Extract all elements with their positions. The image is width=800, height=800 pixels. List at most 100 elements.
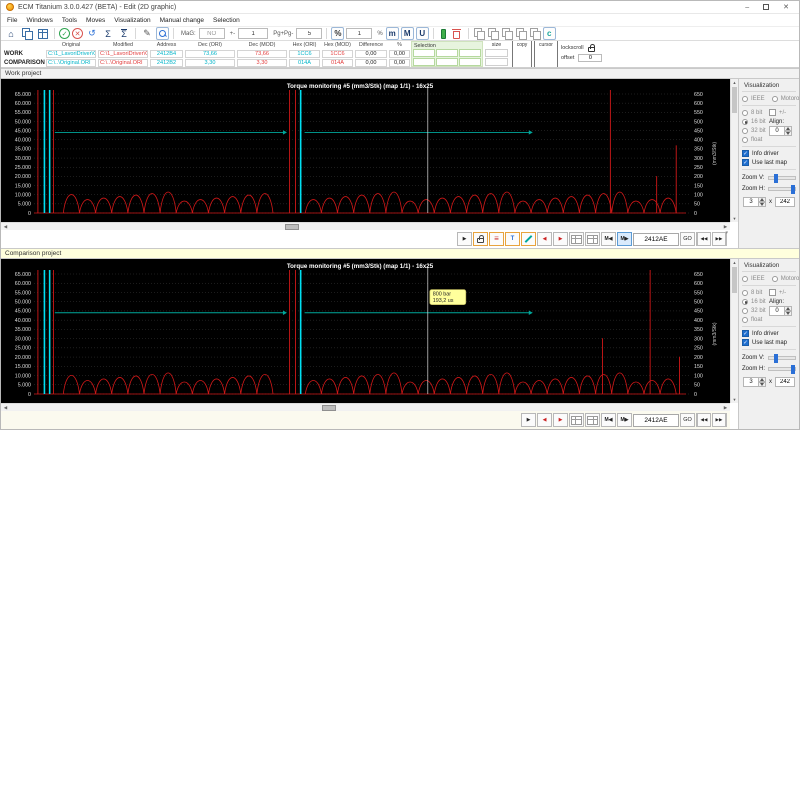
table-view-button[interactable]	[569, 413, 584, 427]
pages-icon[interactable]	[20, 27, 34, 40]
jump-first-button[interactable]: ◀◀	[696, 232, 711, 246]
comparison-hex-mod[interactable]: 014A	[322, 58, 353, 67]
scroll-down-icon[interactable]: ▼	[731, 396, 738, 403]
toolbar-overflow-icon[interactable]: ▾	[725, 230, 728, 236]
comparison-original-path[interactable]: C:\..\Original.ORI	[46, 58, 96, 67]
jump-last-button[interactable]: ▶▶	[712, 413, 727, 427]
info-driver-checkbox[interactable]: ✓	[742, 330, 749, 337]
undo-icon[interactable]: ↺	[85, 27, 99, 40]
address-input[interactable]	[633, 413, 679, 427]
page-input[interactable]	[296, 28, 323, 39]
unit-button[interactable]: U	[415, 27, 429, 40]
battery-icon[interactable]	[440, 28, 446, 39]
16bit-radio[interactable]	[742, 298, 748, 305]
min-button[interactable]: m	[385, 27, 399, 40]
motorola-radio[interactable]	[771, 275, 778, 282]
copy-selection-icon[interactable]	[487, 28, 499, 40]
lock-tool-button[interactable]	[473, 232, 488, 246]
16bit-radio[interactable]	[742, 118, 748, 125]
work-address[interactable]: 2412B4	[150, 49, 183, 58]
percent-input[interactable]	[346, 28, 373, 39]
comparison-vscrollbar[interactable]: ▲ ▼	[730, 259, 738, 403]
address-input[interactable]	[633, 232, 679, 246]
slider-thumb[interactable]	[774, 353, 779, 363]
percent-button[interactable]: %	[331, 27, 345, 40]
go-button[interactable]: GO	[680, 232, 695, 246]
go-button[interactable]: GO	[680, 413, 695, 427]
zoom-h-slider[interactable]	[768, 364, 796, 374]
comparison-hscrollbar[interactable]: ◀ ▶	[1, 403, 730, 412]
table-view-alt-button[interactable]	[585, 232, 600, 246]
lock-icon[interactable]	[587, 43, 595, 52]
list-tool-button[interactable]: ≡	[489, 232, 504, 246]
copy-c-button[interactable]: c	[542, 27, 556, 40]
rows-spinner[interactable]: 3	[743, 197, 766, 207]
scroll-up-icon[interactable]: ▲	[731, 79, 738, 86]
use-last-map-checkbox[interactable]: ✓	[742, 159, 749, 166]
zoom-tool-icon[interactable]	[156, 27, 169, 40]
menu-item-visualization[interactable]: Visualization	[114, 17, 150, 24]
mag-input[interactable]	[198, 28, 225, 39]
align-value[interactable]: 0	[769, 126, 785, 136]
max-button[interactable]: M	[400, 27, 414, 40]
map-back-button[interactable]: M◀	[601, 232, 616, 246]
zoom-h-slider[interactable]	[768, 184, 796, 194]
selection-cell[interactable]	[459, 49, 481, 57]
work-original-path[interactable]: C:\1_LavoriDriver\OR	[46, 49, 96, 58]
step-input[interactable]	[238, 28, 269, 39]
slider-thumb[interactable]	[790, 184, 795, 194]
32bit-radio[interactable]	[742, 307, 748, 314]
jump-first-button[interactable]: ◀◀	[696, 413, 711, 427]
scroll-down-icon[interactable]: ▼	[731, 215, 738, 222]
line-tool-button[interactable]	[521, 232, 536, 246]
cols-input[interactable]	[775, 197, 795, 207]
grid-window-icon[interactable]	[36, 27, 50, 40]
slider-thumb[interactable]	[790, 364, 795, 374]
spin-down-icon[interactable]	[785, 311, 792, 316]
scroll-up-icon[interactable]: ▲	[731, 259, 738, 266]
sigma-avg-icon[interactable]: Σ	[117, 27, 131, 40]
spin-down-icon[interactable]	[759, 382, 766, 387]
menu-item-selection[interactable]: Selection	[213, 17, 240, 24]
align-spinner[interactable]: 0	[769, 306, 796, 316]
step-back-button[interactable]: ◀	[537, 232, 552, 246]
ok-icon[interactable]: ✓	[59, 28, 70, 39]
sigma-icon[interactable]: Σ	[101, 27, 115, 40]
comparison-address[interactable]: 2412B2	[150, 58, 183, 67]
text-tool-button[interactable]: T	[505, 232, 520, 246]
selection-cell[interactable]	[413, 49, 435, 57]
slider-thumb[interactable]	[774, 173, 779, 183]
swap-icon[interactable]	[529, 28, 541, 40]
map-forward-button[interactable]: M▶	[617, 413, 632, 427]
8bit-radio[interactable]	[742, 109, 748, 116]
signed-checkbox[interactable]	[769, 109, 776, 116]
cols-input[interactable]	[775, 377, 795, 387]
menu-item-windows[interactable]: Windows	[26, 17, 52, 24]
work-hscrollbar[interactable]: ◀ ▶	[1, 222, 730, 231]
step-forward-button[interactable]: ▶	[553, 232, 568, 246]
vscroll-thumb[interactable]	[732, 87, 737, 113]
comparison-dec-ori[interactable]: 3,30	[185, 58, 235, 67]
work-dec-mod[interactable]: 73,66	[237, 49, 287, 58]
comparison-chart[interactable]: 65.000 650 60.000 600 55.000 550 50.000 500 45.0…	[1, 259, 730, 403]
32bit-radio[interactable]	[742, 127, 748, 134]
home-icon[interactable]: ⌂	[4, 27, 18, 40]
work-vscrollbar[interactable]: ▲ ▼	[730, 79, 738, 222]
spin-down-icon[interactable]	[785, 131, 792, 136]
selection-cell[interactable]	[436, 49, 458, 57]
float-radio[interactable]	[742, 316, 748, 323]
work-hex-mod[interactable]: 1CC6	[322, 49, 353, 58]
vscroll-thumb[interactable]	[732, 267, 737, 293]
edit-icon[interactable]: ✎	[140, 27, 154, 40]
trash-icon[interactable]	[451, 29, 461, 39]
menu-item-file[interactable]: File	[7, 17, 17, 24]
work-modified-path[interactable]: C:\1_LavoriDriver\OR	[98, 49, 148, 58]
comparison-dec-mod[interactable]: 3,30	[237, 58, 287, 67]
maximize-button[interactable]	[763, 4, 770, 10]
menu-item-tools[interactable]: Tools	[62, 17, 77, 24]
zoom-v-slider[interactable]	[768, 173, 796, 183]
close-button[interactable]: ✕	[783, 3, 789, 11]
work-chart[interactable]: 65.000 650 60.000 600 55.000 550 50.000 500 45.0…	[1, 79, 730, 222]
map-forward-button[interactable]: M▶	[617, 232, 632, 246]
rows-value[interactable]: 3	[743, 377, 759, 387]
